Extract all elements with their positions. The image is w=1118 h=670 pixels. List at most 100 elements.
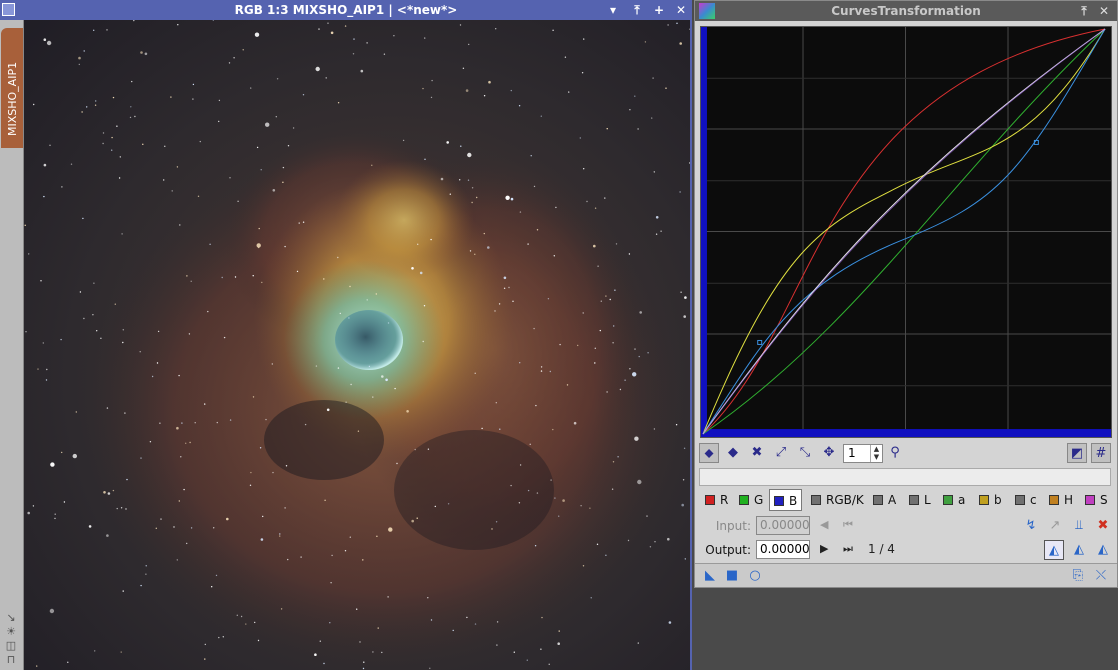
star <box>256 146 259 149</box>
star <box>129 116 132 119</box>
mask-icon[interactable]: ☀ <box>5 626 17 638</box>
cubic-interpolation-icon[interactable]: ◭ <box>1069 540 1089 560</box>
channel-l[interactable]: L <box>909 489 931 511</box>
zoom-out-icon[interactable]: ⤡ <box>795 443 815 463</box>
channel-rgbk[interactable]: RGB/K <box>811 489 864 511</box>
new-instance-icon[interactable]: ◣ <box>701 567 719 585</box>
star <box>145 565 147 567</box>
star <box>434 505 436 508</box>
star <box>95 100 97 102</box>
pan-icon[interactable]: ✥ <box>819 443 839 463</box>
shade-button[interactable]: ⤒ <box>1075 1 1093 21</box>
reset-icon[interactable]: ⤬ <box>1092 567 1110 585</box>
prev-point-icon[interactable]: ◀ <box>820 517 828 533</box>
star <box>540 366 543 368</box>
star <box>106 534 109 537</box>
star <box>192 83 195 86</box>
star <box>302 94 305 96</box>
star <box>78 63 80 66</box>
delete-point-icon[interactable]: ✖ <box>747 443 767 463</box>
channel-g[interactable]: G <box>739 489 763 511</box>
star <box>495 521 498 523</box>
channel-a-chroma[interactable]: a <box>943 489 965 511</box>
star <box>668 621 672 624</box>
last-point-icon[interactable]: ⏭ <box>843 541 853 557</box>
output-field[interactable]: 0.00000 <box>756 540 810 559</box>
image-identifier-tab[interactable]: MIXSHO_AIP1 <box>1 28 23 148</box>
star <box>606 391 608 393</box>
star <box>92 314 94 316</box>
channel-b-chroma[interactable]: b <box>979 489 1002 511</box>
magnifier-icon[interactable]: ⚲ <box>885 443 905 463</box>
star <box>176 559 178 561</box>
star <box>638 355 640 358</box>
star <box>526 659 528 661</box>
star <box>319 640 321 642</box>
lock-icon[interactable]: ⊓ <box>5 654 17 666</box>
invert-curve-icon[interactable]: ↯ <box>1021 516 1041 536</box>
nebula-image[interactable] <box>24 20 691 670</box>
star <box>75 411 77 413</box>
shade-button[interactable]: ▾ <box>604 0 622 20</box>
zoom-spinner[interactable]: ▲ ▼ <box>870 445 882 462</box>
channel-c[interactable]: c <box>1015 489 1037 511</box>
curves-titlebar[interactable]: CurvesTransformation ⤒ ✕ <box>695 1 1117 21</box>
input-label: Input: <box>715 519 751 533</box>
channel-b[interactable]: B <box>769 489 803 511</box>
next-point-icon[interactable]: ▶ <box>820 541 828 557</box>
curve-graph[interactable] <box>700 26 1112 438</box>
channel-r[interactable]: R <box>705 489 728 511</box>
reset-curve-icon[interactable]: ✖ <box>1093 516 1113 536</box>
zoom-in-icon[interactable]: ⤢ <box>771 443 791 463</box>
store-curve-icon[interactable]: ⫫ <box>1069 516 1089 536</box>
maximize-top-button[interactable]: ⤒ <box>628 0 646 20</box>
star <box>496 621 499 623</box>
c-swatch-icon <box>1015 495 1025 505</box>
star <box>155 527 157 529</box>
star <box>675 424 678 426</box>
browse-documentation-icon[interactable]: ⎘ <box>1069 567 1087 585</box>
star <box>49 608 55 614</box>
star <box>558 630 560 632</box>
window-icon[interactable] <box>2 3 15 16</box>
star <box>605 554 607 556</box>
star <box>577 344 579 347</box>
linear-interpolation-icon[interactable]: ◭ <box>1093 540 1113 560</box>
stf-icon[interactable]: ↘ <box>5 612 17 624</box>
maximize-button[interactable]: + <box>650 0 668 20</box>
close-button[interactable]: ✕ <box>1095 1 1113 21</box>
star <box>176 166 179 168</box>
apply-icon[interactable]: ■ <box>723 567 741 585</box>
select-point-icon[interactable]: ◆ <box>723 443 743 463</box>
star <box>173 526 175 528</box>
preview-icon[interactable]: ◫ <box>5 640 17 652</box>
star <box>430 96 433 99</box>
star <box>536 229 539 231</box>
close-button[interactable]: ✕ <box>672 0 690 20</box>
star <box>78 56 81 60</box>
star <box>387 596 389 598</box>
apply-global-icon[interactable]: ○ <box>746 567 764 585</box>
channel-h[interactable]: H <box>1049 489 1073 511</box>
edit-point-icon[interactable]: ⬥ <box>699 443 719 463</box>
curves-toolbar: ⬥ ◆ ✖ ⤢ ⤡ ✥ 1 ▲ ▼ ⚲ ◩ # <box>699 443 1115 465</box>
star <box>644 41 647 43</box>
first-point-icon[interactable]: ⏮ <box>843 517 853 533</box>
star <box>424 158 426 160</box>
show-all-curves-icon[interactable]: ◩ <box>1067 443 1087 463</box>
star <box>376 535 378 537</box>
star <box>549 370 551 373</box>
channel-a-alpha[interactable]: A <box>873 489 896 511</box>
star <box>114 303 117 305</box>
star <box>541 616 543 619</box>
star <box>582 565 585 567</box>
input-field[interactable]: 0.00000 <box>756 516 810 535</box>
grid-toggle-icon[interactable]: # <box>1091 443 1111 463</box>
akima-interpolation-icon[interactable]: ◭ <box>1044 540 1064 560</box>
channel-s[interactable]: S <box>1085 489 1108 511</box>
reverse-curve-icon[interactable]: ↗ <box>1045 516 1065 536</box>
star <box>46 40 52 46</box>
image-window-titlebar[interactable]: RGB 1:3 MIXSHO_AIP1 | <*new*> ▾ ⤒ + ✕ <box>0 0 692 20</box>
zoom-field[interactable]: 1 ▲ ▼ <box>843 444 883 463</box>
star <box>474 253 476 255</box>
